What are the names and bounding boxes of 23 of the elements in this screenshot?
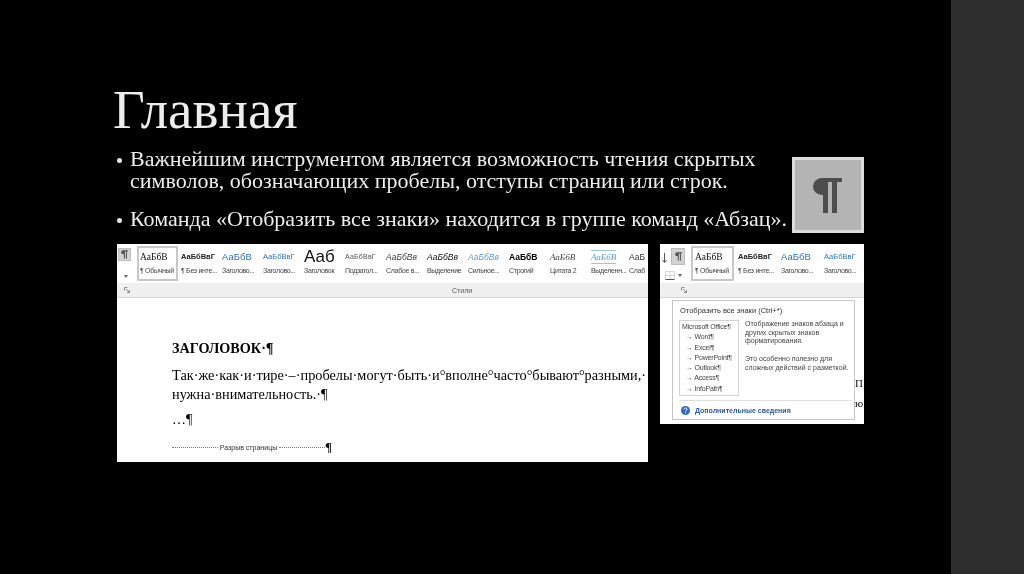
document-paragraph: Так·же·как·и·тире·–·пробелы·могут·быть·и°вполне°часто°бывают°разными,· нужна·внимательность.·¶	[172, 366, 648, 404]
pilcrow-icon	[792, 157, 864, 233]
down-arrow-icon	[662, 253, 667, 263]
document-heading: ЗАГОЛОВОК·¶	[172, 339, 275, 357]
document-line: …¶	[172, 411, 194, 429]
show-marks-button[interactable]	[118, 248, 131, 261]
pilcrow-icon	[674, 252, 682, 261]
slide-title: Главная	[113, 80, 298, 140]
document-text-fragment: ю	[855, 397, 864, 410]
caret-icon	[124, 275, 128, 278]
dialog-launcher-icon[interactable]	[681, 287, 687, 293]
bullet-text: Команда «Отобразить все знаки» находится в группе команд «Абзац».	[130, 208, 789, 230]
caret-icon[interactable]	[678, 274, 682, 277]
pilcrow-icon	[121, 250, 128, 259]
bullet-icon	[117, 218, 122, 223]
border-grid-icon[interactable]	[665, 271, 675, 280]
help-icon[interactable]	[681, 405, 690, 415]
bullet-icon	[117, 158, 122, 163]
show-marks-button[interactable]	[671, 248, 685, 265]
document-text-fragment: П	[855, 377, 864, 390]
dialog-launcher-icon[interactable]	[124, 287, 130, 293]
bullet-text: Важнейшим инструментом является возможность чтения скрытых символов, обозначающих пробелы, отступы страниц или строк.	[130, 148, 757, 192]
paragraph-mark: ¶	[325, 440, 332, 454]
